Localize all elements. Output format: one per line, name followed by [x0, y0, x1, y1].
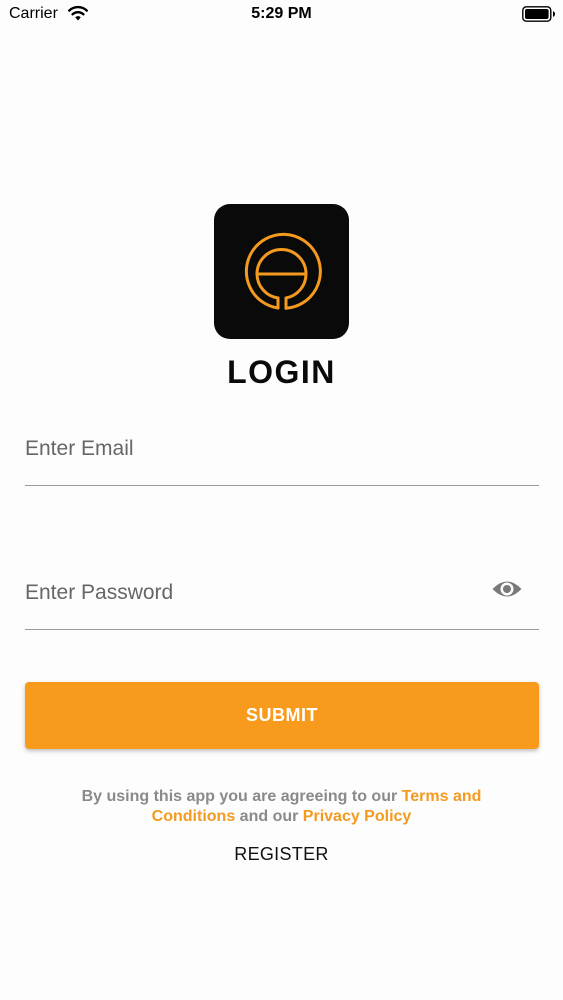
register-link[interactable]: REGISTER — [0, 844, 563, 865]
status-bar: Carrier 5:29 PM — [0, 0, 563, 30]
battery-icon — [522, 6, 555, 22]
app-logo — [214, 204, 349, 339]
submit-button[interactable]: SUBMIT — [25, 682, 539, 749]
password-field-container — [25, 573, 539, 630]
status-time: 5:29 PM — [251, 5, 312, 22]
terms-middle: and our — [239, 808, 299, 825]
privacy-policy-link[interactable]: Privacy Policy — [303, 808, 412, 825]
email-field-container — [25, 429, 539, 486]
password-field[interactable] — [25, 581, 465, 605]
e-logo-icon — [244, 232, 322, 310]
terms-prefix: By using this app you are agreeing to ou… — [81, 788, 398, 805]
email-field[interactable] — [25, 437, 465, 461]
eye-icon[interactable] — [491, 577, 523, 601]
terms-text: By using this app you are agreeing to ou… — [40, 787, 523, 827]
page-title: LOGIN — [227, 354, 336, 390]
